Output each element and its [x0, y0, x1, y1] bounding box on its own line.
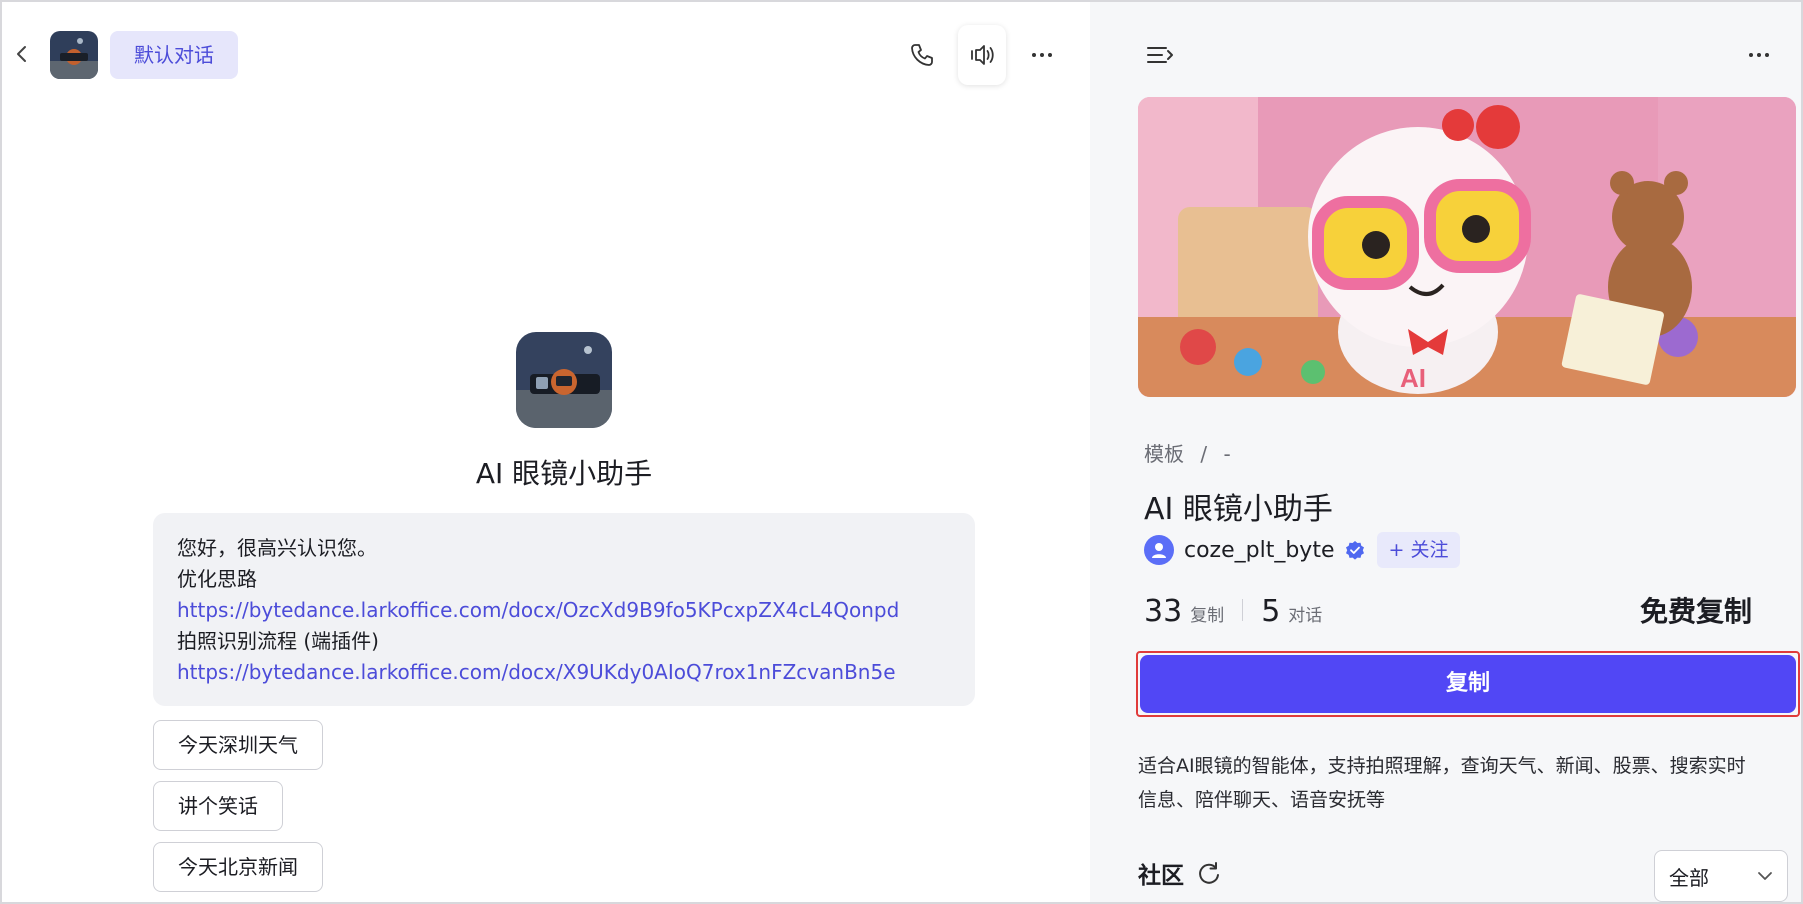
suggestion-chip[interactable]: 讲个笑话: [153, 781, 283, 831]
doc-link-optimization[interactable]: https://bytedance.larkoffice.com/docx/Oz…: [177, 595, 951, 626]
breadcrumb-current: -: [1223, 442, 1231, 466]
phone-icon: [911, 44, 933, 66]
bot-detail-pane: AI 模板 / - AI 眼镜小助手 coze_plt_byte + 关注 33…: [1090, 2, 1801, 902]
author-avatar[interactable]: [1144, 535, 1174, 565]
welcome-section-optimization: 优化思路: [177, 567, 257, 591]
welcome-greeting: 您好，很高兴认识您。: [177, 536, 377, 560]
chats-label: 对话: [1288, 606, 1323, 626]
verified-icon: [1345, 541, 1364, 560]
svg-text:AI: AI: [1400, 363, 1426, 393]
price-label: 免费复制: [1639, 595, 1752, 628]
doc-link-photo-flow[interactable]: https://bytedance.larkoffice.com/docx/X9…: [177, 657, 951, 688]
bot-avatar-large: [516, 332, 612, 428]
voice-button[interactable]: [958, 25, 1006, 85]
call-button[interactable]: [898, 31, 946, 79]
suggestion-chip[interactable]: 今天深圳天气: [153, 720, 323, 770]
community-filter-select[interactable]: 全部: [1654, 850, 1788, 902]
user-icon: [1152, 543, 1166, 558]
more-icon: [1749, 53, 1769, 57]
conversation-tag[interactable]: 默认对话: [110, 31, 238, 79]
copy-button[interactable]: 复制: [1140, 655, 1796, 713]
more-icon: [1032, 53, 1052, 57]
speaker-icon: [971, 45, 994, 65]
back-icon: [17, 46, 26, 62]
welcome-message: 您好，很高兴认识您。 优化思路 https://bytedance.larkof…: [153, 513, 975, 706]
bot-name: AI 眼镜小助手: [475, 457, 653, 490]
app-frame: 默认对话 AI 眼镜小助手 您好，很高兴认识您。 优化思路 https://by…: [0, 0, 1803, 904]
bot-description: 适合AI眼镜的智能体，支持拍照理解，查询天气、新闻、股票、搜索实时信息、陪伴聊天…: [1138, 755, 1746, 811]
copies-label: 复制: [1190, 606, 1225, 626]
welcome-section-photo-flow: 拍照识别流程 (端插件): [177, 629, 379, 653]
bot-cover-image: AI: [1138, 97, 1796, 397]
community-header: 社区: [1138, 856, 1222, 890]
filter-value: 全部: [1669, 865, 1709, 890]
menu-collapse-icon: [1147, 47, 1173, 63]
collapse-panel-button[interactable]: [1144, 40, 1178, 70]
community-label: 社区: [1138, 863, 1184, 889]
chat-header: 默认对话: [2, 2, 1090, 106]
chats-count: 5: [1261, 594, 1281, 629]
back-button[interactable]: [12, 42, 32, 66]
author-row: coze_plt_byte + 关注: [1144, 532, 1461, 568]
stats-divider: [1242, 599, 1244, 621]
detail-title: AI 眼镜小助手: [1144, 492, 1333, 527]
breadcrumb-separator: /: [1200, 442, 1208, 466]
breadcrumb-templates[interactable]: 模板: [1144, 442, 1184, 466]
refresh-icon[interactable]: [1196, 860, 1222, 886]
author-name[interactable]: coze_plt_byte: [1184, 538, 1335, 563]
chevron-down-icon: [1758, 872, 1772, 880]
breadcrumb: 模板 / -: [1144, 438, 1241, 467]
chat-pane: 默认对话 AI 眼镜小助手 您好，很高兴认识您。 优化思路 https://by…: [2, 2, 1090, 902]
bot-avatar-small[interactable]: [50, 31, 98, 79]
follow-button[interactable]: + 关注: [1376, 532, 1461, 568]
more-button[interactable]: [1018, 31, 1066, 79]
copies-count: 33: [1144, 594, 1183, 629]
stats-row: 33 复制 5 对话 免费复制: [1144, 590, 1752, 630]
detail-more-button[interactable]: [1742, 40, 1776, 70]
suggestion-chip[interactable]: 今天北京新闻: [153, 842, 323, 892]
